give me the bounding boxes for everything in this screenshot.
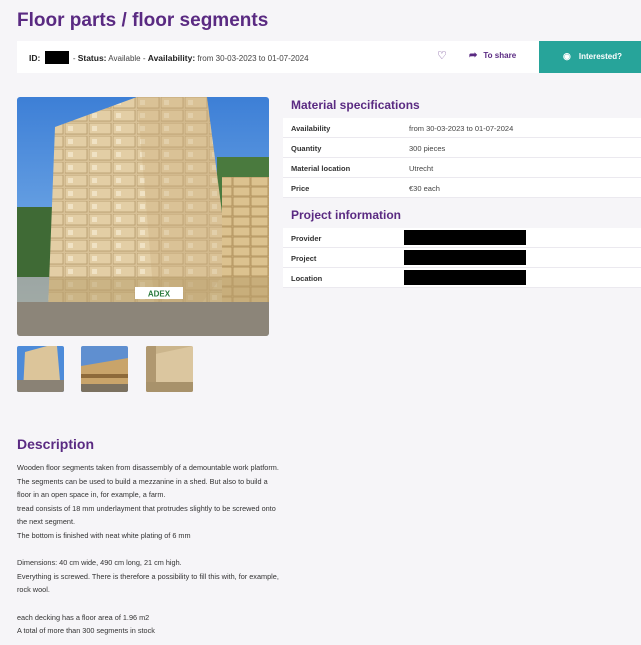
interested-label: Interested? xyxy=(578,52,622,61)
spec-key: Price xyxy=(291,184,310,193)
eye-icon: ◉ xyxy=(563,51,571,61)
project-key: Location xyxy=(291,274,323,283)
description-heading: Description xyxy=(17,436,95,452)
description-line: The bottom is finished with neat white p… xyxy=(17,530,191,540)
share-label: To share xyxy=(483,51,517,60)
spec-key: Availability xyxy=(291,124,331,133)
description-body: Wooden floor segments taken from disasse… xyxy=(17,461,279,638)
project-row: Project xyxy=(283,248,641,268)
spec-value: €30 each xyxy=(409,184,440,193)
thumbnail-image xyxy=(146,346,193,392)
redacted-value xyxy=(404,250,526,265)
availability-value: from 30-03-2023 to 01-07-2024 xyxy=(197,54,309,63)
spec-value: from 30-03-2023 to 01-07-2024 xyxy=(409,124,514,133)
redacted-value xyxy=(404,270,526,285)
status-line: ID: - Status: Available - Availability: … xyxy=(29,51,309,64)
thumbnail-1[interactable] xyxy=(17,346,64,392)
description-line: Dimensions: 40 cm wide, 490 cm long, 21 … xyxy=(17,558,182,568)
redacted-value xyxy=(404,230,526,245)
share-arrow-icon: ➦ xyxy=(469,50,478,61)
page-title: Floor parts / floor segments xyxy=(17,10,269,31)
spec-key: Material location xyxy=(291,164,351,173)
project-info-table: Provider Project Location xyxy=(283,228,641,288)
description-line: Wooden floor segments taken from disasse… xyxy=(17,463,279,472)
project-row: Provider xyxy=(283,228,641,248)
heart-icon: ♡ xyxy=(437,50,447,62)
brand-label: ADEX xyxy=(148,290,171,299)
spec-row: Availability from 30-03-2023 to 01-07-20… xyxy=(283,118,641,138)
thumbnail-3[interactable] xyxy=(146,346,193,392)
status-value: Available xyxy=(108,54,141,63)
thumbnail-2[interactable] xyxy=(81,346,128,392)
description-line: The segments can be used to build a mezz… xyxy=(17,476,268,500)
interested-button[interactable]: ◉ Interested? xyxy=(539,41,641,73)
description-line: Everything is screwed. There is therefor… xyxy=(17,571,279,595)
project-row: Location xyxy=(283,268,641,288)
id-label: ID: xyxy=(29,53,41,63)
spec-value: Utrecht xyxy=(409,164,434,173)
lumber-stack-photo: ADEX xyxy=(17,97,269,336)
main-photo[interactable]: ADEX xyxy=(17,97,269,336)
thumbnail-image xyxy=(17,346,64,392)
favorite-button[interactable]: ♡ xyxy=(437,49,447,62)
availability-label: Availability: xyxy=(147,53,196,63)
description-line: A total of more than 300 segments in sto… xyxy=(17,626,155,636)
spec-key: Quantity xyxy=(291,144,322,153)
material-specs-table: Availability from 30-03-2023 to 01-07-20… xyxy=(283,118,641,198)
status-bar: ID: - Status: Available - Availability: … xyxy=(17,41,641,73)
share-button[interactable]: ➦ To share xyxy=(469,50,516,61)
spec-row: Quantity 300 pieces xyxy=(283,138,641,158)
spec-row: Price €30 each xyxy=(283,178,641,198)
status-label: Status: xyxy=(77,53,107,63)
thumbnail-image xyxy=(81,346,128,392)
project-info-heading: Project information xyxy=(291,208,402,222)
spec-value: 300 pieces xyxy=(409,144,446,153)
description-line: tread consists of 18 mm underlayment tha… xyxy=(17,503,276,527)
project-key: Project xyxy=(291,254,317,263)
description-line: each decking has a floor area of 1.96 m2 xyxy=(17,612,150,622)
project-key: Provider xyxy=(291,234,322,243)
spec-row: Material location Utrecht xyxy=(283,158,641,178)
material-specs-heading: Material specifications xyxy=(291,98,420,112)
redacted-id xyxy=(44,51,69,64)
